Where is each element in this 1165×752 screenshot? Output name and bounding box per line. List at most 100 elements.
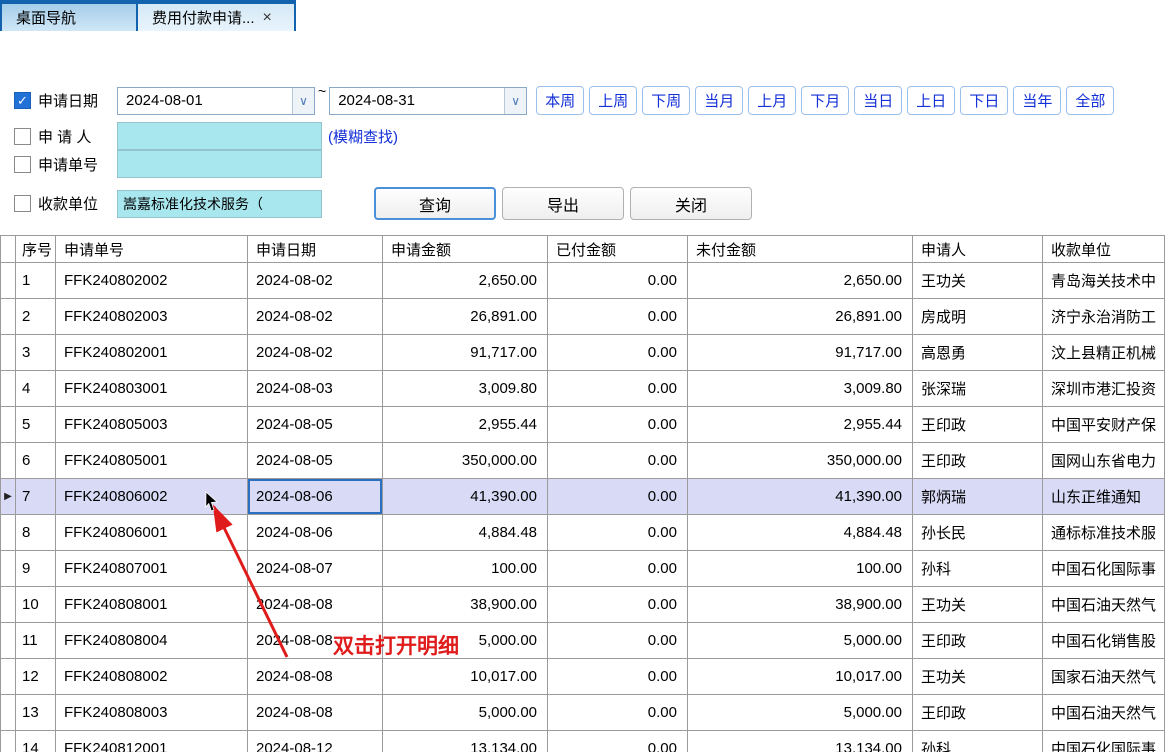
cell-date[interactable]: 2024-08-08 <box>248 587 383 623</box>
cell-seq[interactable]: 12 <box>16 659 56 695</box>
column-header[interactable]: 申请日期 <box>248 236 383 263</box>
cell-amount[interactable]: 10,017.00 <box>383 659 548 695</box>
cell-order_no[interactable]: FFK240808004 <box>56 623 248 659</box>
cell-date[interactable]: 2024-08-08 <box>248 623 383 659</box>
cell-payee[interactable]: 中国石化国际事 <box>1043 731 1165 752</box>
table-row[interactable]: ▶7FFK2408060022024-08-0641,390.000.0041,… <box>1 479 1165 515</box>
column-header[interactable]: 序号 <box>16 236 56 263</box>
cell-order_no[interactable]: FFK240812001 <box>56 731 248 752</box>
cell-date[interactable]: 2024-08-06 <box>248 479 383 515</box>
cell-applicant[interactable]: 房成明 <box>913 299 1043 335</box>
cell-order_no[interactable]: FFK240808003 <box>56 695 248 731</box>
cell-order_no[interactable]: FFK240805001 <box>56 443 248 479</box>
quick-link[interactable]: 当月 <box>695 86 743 115</box>
cell-payee[interactable]: 国网山东省电力 <box>1043 443 1165 479</box>
cell-paid[interactable]: 0.00 <box>548 623 688 659</box>
cell-payee[interactable]: 通标标准技术服 <box>1043 515 1165 551</box>
table-row[interactable]: 6FFK2408050012024-08-05350,000.000.00350… <box>1 443 1165 479</box>
cell-amount[interactable]: 350,000.00 <box>383 443 548 479</box>
cell-date[interactable]: 2024-08-08 <box>248 659 383 695</box>
cell-paid[interactable]: 0.00 <box>548 515 688 551</box>
quick-link[interactable]: 当日 <box>854 86 902 115</box>
cell-seq[interactable]: 7 <box>16 479 56 515</box>
quick-link[interactable]: 下月 <box>801 86 849 115</box>
cell-unpaid[interactable]: 4,884.48 <box>688 515 913 551</box>
cell-applicant[interactable]: 郭炳瑞 <box>913 479 1043 515</box>
cell-order_no[interactable]: FFK240808001 <box>56 587 248 623</box>
cell-amount[interactable]: 3,009.80 <box>383 371 548 407</box>
cell-unpaid[interactable]: 26,891.00 <box>688 299 913 335</box>
cell-seq[interactable]: 8 <box>16 515 56 551</box>
cell-payee[interactable]: 汶上县精正机械 <box>1043 335 1165 371</box>
cell-amount[interactable]: 91,717.00 <box>383 335 548 371</box>
cell-applicant[interactable]: 张深瑞 <box>913 371 1043 407</box>
close-icon[interactable]: × <box>263 10 272 26</box>
cell-payee[interactable]: 国家石油天然气 <box>1043 659 1165 695</box>
cell-order_no[interactable]: FFK240807001 <box>56 551 248 587</box>
quick-link[interactable]: 本周 <box>536 86 584 115</box>
cell-paid[interactable]: 0.00 <box>548 443 688 479</box>
cell-unpaid[interactable]: 2,650.00 <box>688 263 913 299</box>
cell-seq[interactable]: 9 <box>16 551 56 587</box>
cell-date[interactable]: 2024-08-06 <box>248 515 383 551</box>
cell-applicant[interactable]: 孙科 <box>913 551 1043 587</box>
cell-date[interactable]: 2024-08-02 <box>248 299 383 335</box>
table-row[interactable]: 11FFK2408080042024-08-085,000.000.005,00… <box>1 623 1165 659</box>
cell-paid[interactable]: 0.00 <box>548 371 688 407</box>
table-row[interactable]: 3FFK2408020012024-08-0291,717.000.0091,7… <box>1 335 1165 371</box>
cell-applicant[interactable]: 王功关 <box>913 587 1043 623</box>
cell-paid[interactable]: 0.00 <box>548 479 688 515</box>
cell-applicant[interactable]: 孙长民 <box>913 515 1043 551</box>
cell-amount[interactable]: 5,000.00 <box>383 695 548 731</box>
cell-unpaid[interactable]: 38,900.00 <box>688 587 913 623</box>
applicant-checkbox[interactable] <box>14 128 31 145</box>
cell-paid[interactable]: 0.00 <box>548 551 688 587</box>
date-checkbox[interactable]: ✓ <box>14 92 31 109</box>
order-no-checkbox[interactable] <box>14 156 31 173</box>
cell-payee[interactable]: 济宁永治消防工 <box>1043 299 1165 335</box>
cell-unpaid[interactable]: 91,717.00 <box>688 335 913 371</box>
cell-amount[interactable]: 2,650.00 <box>383 263 548 299</box>
cell-applicant[interactable]: 高恩勇 <box>913 335 1043 371</box>
cell-order_no[interactable]: FFK240802001 <box>56 335 248 371</box>
quick-link[interactable]: 上日 <box>907 86 955 115</box>
tab-desktop-nav[interactable]: 桌面导航 <box>0 4 138 31</box>
cell-seq[interactable]: 5 <box>16 407 56 443</box>
quick-link[interactable]: 下日 <box>960 86 1008 115</box>
cell-unpaid[interactable]: 100.00 <box>688 551 913 587</box>
quick-link[interactable]: 全部 <box>1066 86 1114 115</box>
cell-paid[interactable]: 0.00 <box>548 587 688 623</box>
cell-date[interactable]: 2024-08-08 <box>248 695 383 731</box>
cell-date[interactable]: 2024-08-05 <box>248 407 383 443</box>
export-button[interactable]: 导出 <box>502 187 624 220</box>
cell-payee[interactable]: 中国石油天然气 <box>1043 587 1165 623</box>
cell-seq[interactable]: 2 <box>16 299 56 335</box>
table-row[interactable]: 12FFK2408080022024-08-0810,017.000.0010,… <box>1 659 1165 695</box>
table-row[interactable]: 10FFK2408080012024-08-0838,900.000.0038,… <box>1 587 1165 623</box>
order-no-input[interactable] <box>117 150 322 178</box>
column-header[interactable]: 申请单号 <box>56 236 248 263</box>
table-row[interactable]: 5FFK2408050032024-08-052,955.440.002,955… <box>1 407 1165 443</box>
cell-applicant[interactable]: 王功关 <box>913 263 1043 299</box>
cell-payee[interactable]: 青岛海关技术中 <box>1043 263 1165 299</box>
cell-payee[interactable]: 深圳市港汇投资 <box>1043 371 1165 407</box>
tab-fee-payment[interactable]: 费用付款申请... × <box>138 4 296 31</box>
cell-seq[interactable]: 10 <box>16 587 56 623</box>
cell-paid[interactable]: 0.00 <box>548 695 688 731</box>
cell-unpaid[interactable]: 5,000.00 <box>688 695 913 731</box>
cell-paid[interactable]: 0.00 <box>548 407 688 443</box>
cell-applicant[interactable]: 王印政 <box>913 695 1043 731</box>
date-to-select[interactable]: 2024-08-31 ∨ <box>329 87 527 115</box>
cell-date[interactable]: 2024-08-05 <box>248 443 383 479</box>
cell-paid[interactable]: 0.00 <box>548 299 688 335</box>
cell-amount[interactable]: 13,134.00 <box>383 731 548 752</box>
cell-seq[interactable]: 1 <box>16 263 56 299</box>
quick-link[interactable]: 上周 <box>589 86 637 115</box>
quick-link[interactable]: 下周 <box>642 86 690 115</box>
table-row[interactable]: 2FFK2408020032024-08-0226,891.000.0026,8… <box>1 299 1165 335</box>
cell-amount[interactable]: 2,955.44 <box>383 407 548 443</box>
payee-input[interactable] <box>117 190 322 218</box>
cell-paid[interactable]: 0.00 <box>548 731 688 752</box>
cell-amount[interactable]: 41,390.00 <box>383 479 548 515</box>
close-button[interactable]: 关闭 <box>630 187 752 220</box>
